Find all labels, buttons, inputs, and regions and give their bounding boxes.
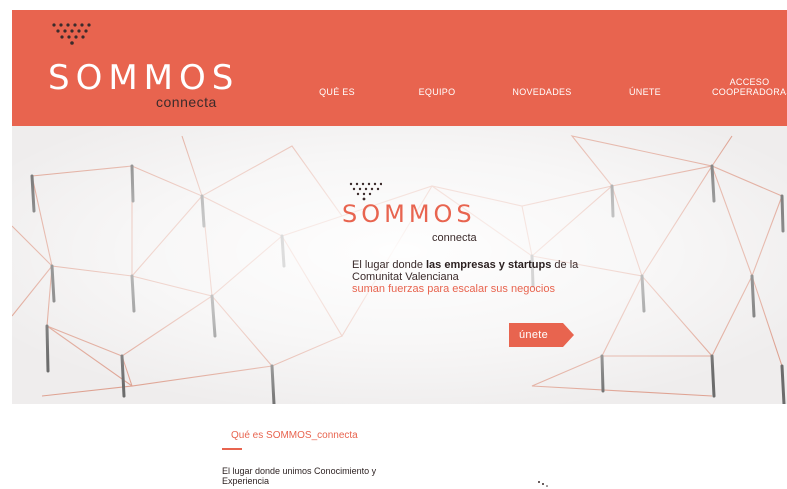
- tagline-region: Comunitat Valenciana: [352, 271, 459, 283]
- nav-item-que-es[interactable]: QUÉ ES: [317, 87, 357, 97]
- nav-item-cooperadoras-label: COOPERADORAS: [712, 87, 787, 97]
- hero-logo-wordmark: SOMMOS: [342, 200, 476, 228]
- tagline-accent: suman fuerzas para escalar sus negocios: [352, 283, 555, 295]
- hero-logo-subtitle: connecta: [432, 232, 477, 244]
- decorative-dots-icon: [538, 481, 548, 487]
- hero-logo-dots-icon: [349, 182, 382, 201]
- nav-item-acceso-label: ACCESO: [729, 77, 770, 87]
- tagline-post: de la: [551, 259, 579, 271]
- section-title: Qué es SOMMOS_connecta: [231, 430, 358, 441]
- join-button[interactable]: únete: [509, 323, 575, 347]
- tagline-pre: El lugar donde: [352, 259, 426, 271]
- nav-item-equipo[interactable]: EQUIPO: [412, 87, 462, 97]
- nav-item-unete[interactable]: ÚNETE: [625, 87, 665, 97]
- section-title-underline: [222, 448, 242, 450]
- nav-item-novedades[interactable]: NOVEDADES: [512, 87, 572, 97]
- hero-logo: SOMMOS connecta: [342, 182, 492, 246]
- site-header: SOMMOS connecta QUÉ ES EQUIPO NOVEDADES …: [12, 10, 787, 126]
- tagline-strong: las empresas y startups: [426, 259, 552, 271]
- hero-tagline: El lugar donde las empresas y startups d…: [352, 259, 592, 295]
- main-nav: QUÉ ES EQUIPO NOVEDADES ÚNETE ACCESO COO…: [12, 10, 787, 126]
- join-button-label: únete: [509, 323, 564, 347]
- section-body-text: El lugar donde unimos Conocimiento y Exp…: [222, 466, 377, 486]
- nav-item-acceso-cooperadoras[interactable]: ACCESO COOPERADORAS: [712, 77, 787, 97]
- hero-banner: SOMMOS connecta El lugar donde las empre…: [12, 126, 787, 404]
- arrow-right-icon: [563, 323, 575, 347]
